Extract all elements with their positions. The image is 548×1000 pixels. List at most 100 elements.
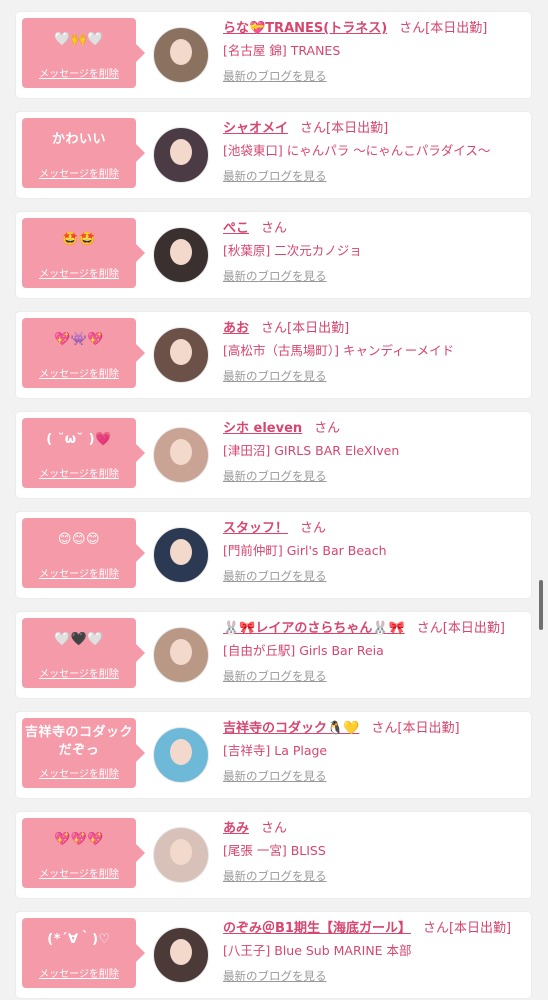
avatar-face-icon <box>170 639 192 665</box>
message-bubble: 😊😊😊 メッセージを削除 <box>22 518 145 588</box>
list-item: 😊😊😊 メッセージを削除 スタッフ！ さん [門前仲町] Girl's Bar B… <box>16 512 531 598</box>
shop-label: [名古屋 錦] TRANES <box>223 43 341 58</box>
avatar[interactable] <box>153 227 209 283</box>
delete-message-link[interactable]: メッセージを削除 <box>22 165 136 180</box>
delete-message-link[interactable]: メッセージを削除 <box>22 465 136 480</box>
honorific-status: さん <box>261 221 288 236</box>
message-bubble: ( ˘ω˘ )💗 メッセージを削除 <box>22 418 145 488</box>
shop-label: [高松市（古馬場町）] キャンディーメイド <box>223 343 455 358</box>
cast-name-link[interactable]: シホ eleven <box>223 421 302 436</box>
avatar-face-icon <box>170 839 192 865</box>
shop-label: [秋葉原] 二次元カノジョ <box>223 243 362 258</box>
cast-name-link[interactable]: ぺこ <box>223 221 249 236</box>
message-bubble: 💖👾💖 メッセージを削除 <box>22 318 145 388</box>
list-item: 🤍🙌🤍 メッセージを削除 らな💝TRANES(トラネス) さん[本日出勤] [名古… <box>16 12 531 98</box>
avatar-face-icon <box>170 39 192 65</box>
message-bubble: 吉祥寺のコダック だぞっ メッセージを削除 <box>22 718 145 788</box>
avatar-face-icon <box>170 339 192 365</box>
message-text: 💖👾💖 <box>53 332 105 347</box>
list-item: 吉祥寺のコダック だぞっ メッセージを削除 吉祥寺のコダック🐧💛 さん[本日出勤]… <box>16 712 531 798</box>
shop-label: [門前仲町] Girl's Bar Beach <box>223 543 387 558</box>
message-bubble: 🤍🖤🤍 メッセージを削除 <box>22 618 145 688</box>
latest-blog-link[interactable]: 最新のブログを見る <box>223 369 523 383</box>
message-text: (*´∀｀)♡ <box>47 932 111 947</box>
latest-blog-link[interactable]: 最新のブログを見る <box>223 669 523 683</box>
shop-label: [津田沼] GIRLS BAR EleXIven <box>223 443 400 458</box>
list-item: 💖💖💖 メッセージを削除 あみ さん [尾張 一宮] BLISS 最新のブログを見… <box>16 812 531 898</box>
list-item: 💖👾💖 メッセージを削除 あお さん[本日出勤] [高松市（古馬場町）] キャンデ… <box>16 312 531 398</box>
avatar[interactable] <box>153 327 209 383</box>
delete-message-link[interactable]: メッセージを削除 <box>22 765 136 780</box>
message-text: かわいい <box>51 132 106 147</box>
honorific-status: さん[本日出勤] <box>261 321 350 336</box>
message-text: 🤍🙌🤍 <box>53 32 105 47</box>
avatar[interactable] <box>153 727 209 783</box>
latest-blog-link[interactable]: 最新のブログを見る <box>223 869 523 883</box>
avatar[interactable] <box>153 427 209 483</box>
avatar-face-icon <box>170 439 192 465</box>
latest-blog-link[interactable]: 最新のブログを見る <box>223 69 523 83</box>
avatar-face-icon <box>170 739 192 765</box>
latest-blog-link[interactable]: 最新のブログを見る <box>223 469 523 483</box>
honorific-status: さん <box>300 521 327 536</box>
list-item: 🤍🖤🤍 メッセージを削除 🐰🎀レイアのさらちゃん🐰🎀 さん[本日出勤] [自由が丘… <box>16 612 531 698</box>
list-item: ( ˘ω˘ )💗 メッセージを削除 シホ eleven さん [津田沼] GIRL… <box>16 412 531 498</box>
avatar-face-icon <box>170 239 192 265</box>
latest-blog-link[interactable]: 最新のブログを見る <box>223 269 523 283</box>
honorific-status: さん[本日出勤] <box>416 621 505 636</box>
honorific-status: さん <box>314 421 341 436</box>
avatar[interactable] <box>153 127 209 183</box>
honorific-status: さん[本日出勤] <box>371 721 460 736</box>
honorific-status: さん[本日出勤] <box>399 21 488 36</box>
avatar[interactable] <box>153 627 209 683</box>
delete-message-link[interactable]: メッセージを削除 <box>22 565 136 580</box>
delete-message-link[interactable]: メッセージを削除 <box>22 865 136 880</box>
message-bubble: 💖💖💖 メッセージを削除 <box>22 818 145 888</box>
message-text: 💖💖💖 <box>53 832 105 847</box>
latest-blog-link[interactable]: 最新のブログを見る <box>223 769 523 783</box>
shop-label: [池袋東口] にゃんパラ 〜にゃんこパラダイス〜 <box>223 143 491 158</box>
honorific-status: さん <box>261 821 288 836</box>
latest-blog-link[interactable]: 最新のブログを見る <box>223 569 523 583</box>
delete-message-link[interactable]: メッセージを削除 <box>22 365 136 380</box>
avatar-face-icon <box>170 939 192 965</box>
cast-name-link[interactable]: あみ <box>223 821 249 836</box>
honorific-status: さん[本日出勤] <box>422 921 512 936</box>
avatar-face-icon <box>170 139 192 165</box>
message-bubble: かわいい メッセージを削除 <box>22 118 145 188</box>
list-item: 🤩🤩 メッセージを削除 ぺこ さん [秋葉原] 二次元カノジョ 最新のブログを見る <box>16 212 531 298</box>
cast-name-link[interactable]: 吉祥寺のコダック🐧💛 <box>223 721 359 736</box>
avatar[interactable] <box>153 27 209 83</box>
message-bubble: 🤩🤩 メッセージを削除 <box>22 218 145 288</box>
delete-message-link[interactable]: メッセージを削除 <box>22 65 136 80</box>
avatar-face-icon <box>170 539 192 565</box>
message-bubble: (*´∀｀)♡ メッセージを削除 <box>22 918 145 988</box>
delete-message-link[interactable]: メッセージを削除 <box>22 265 136 280</box>
message-bubble: 🤍🙌🤍 メッセージを削除 <box>22 18 145 88</box>
message-text: 🤩🤩 <box>62 232 96 247</box>
list-item: かわいい メッセージを削除 シャオメイ さん[本日出勤] [池袋東口] にゃんパラ… <box>16 112 531 198</box>
cast-name-link[interactable]: らな💝TRANES(トラネス) <box>223 21 387 36</box>
scrollbar[interactable] <box>539 580 543 630</box>
cast-name-link[interactable]: スタッフ！ <box>223 521 288 536</box>
avatar[interactable] <box>153 827 209 883</box>
cast-name-link[interactable]: 🐰🎀レイアのさらちゃん🐰🎀 <box>223 621 405 636</box>
cast-name-link[interactable]: シャオメイ <box>223 121 288 136</box>
shop-label: [自由が丘駅] Girls Bar Reia <box>223 643 384 658</box>
honorific-status: さん[本日出勤] <box>300 121 389 136</box>
delete-message-link[interactable]: メッセージを削除 <box>22 965 136 980</box>
latest-blog-link[interactable]: 最新のブログを見る <box>223 169 523 183</box>
message-text: 吉祥寺のコダック だぞっ <box>24 725 133 758</box>
shop-label: [八王子] Blue Sub MARINE 本部 <box>223 943 412 958</box>
message-text: 😊😊😊 <box>57 532 101 547</box>
message-text: ( ˘ω˘ )💗 <box>46 432 112 447</box>
avatar[interactable] <box>153 927 209 983</box>
delete-message-link[interactable]: メッセージを削除 <box>22 665 136 680</box>
shop-label: [吉祥寺] La Plage <box>223 743 328 758</box>
list-item: (*´∀｀)♡ メッセージを削除 のぞみ＠B1期生【海底ガール】 さん[本日出勤]… <box>16 912 531 998</box>
cast-name-link[interactable]: のぞみ＠B1期生【海底ガール】 <box>223 921 411 936</box>
shop-label: [尾張 一宮] BLISS <box>223 843 326 858</box>
avatar[interactable] <box>153 527 209 583</box>
cast-name-link[interactable]: あお <box>223 321 249 336</box>
latest-blog-link[interactable]: 最新のブログを見る <box>223 969 523 983</box>
